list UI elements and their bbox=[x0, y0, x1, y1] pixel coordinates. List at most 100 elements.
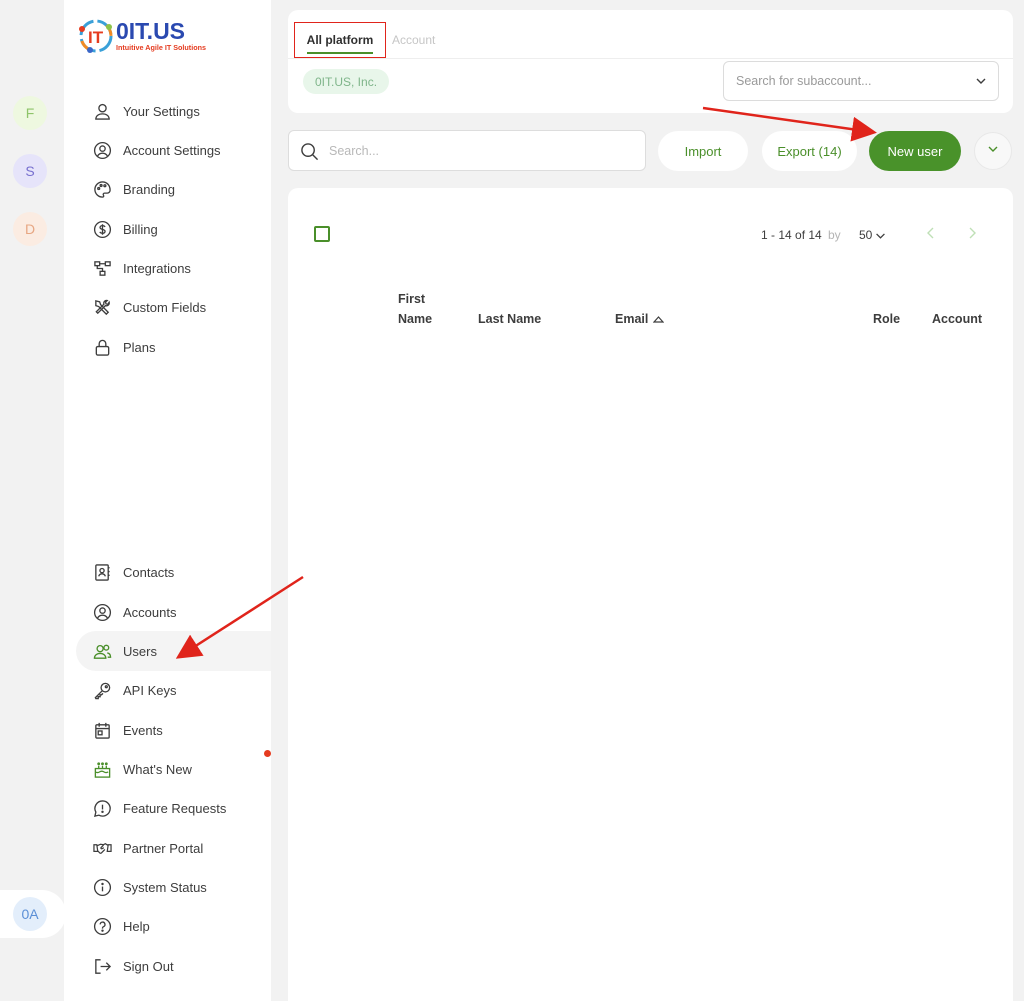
sidebar-item-accounts[interactable]: Accounts bbox=[76, 592, 271, 632]
lock-icon bbox=[92, 337, 112, 357]
workspace-rail: F S D 0A bbox=[0, 0, 66, 1001]
user-icon bbox=[92, 101, 112, 121]
tools-icon bbox=[92, 297, 112, 317]
cake-icon bbox=[92, 759, 112, 779]
sort-ascending-icon bbox=[653, 315, 665, 323]
sidebar-item-label: Account Settings bbox=[123, 142, 221, 158]
sidebar-item-contacts[interactable]: Contacts bbox=[76, 552, 271, 592]
sidebar-item-label: Plans bbox=[123, 339, 156, 355]
sidebar-item-label: System Status bbox=[123, 879, 207, 895]
chevron-left-icon bbox=[926, 226, 936, 245]
more-actions-button[interactable] bbox=[974, 132, 1012, 170]
sidebar: IT 0IT.US Intuitive Agile IT Solutions Y… bbox=[64, 0, 271, 1001]
sidebar-item-label: Integrations bbox=[123, 260, 191, 276]
key-icon bbox=[92, 680, 112, 700]
svg-text:IT: IT bbox=[88, 28, 104, 47]
sidebar-item-plans[interactable]: Plans bbox=[76, 327, 271, 367]
sidebar-item-custom-fields[interactable]: Custom Fields bbox=[76, 287, 271, 327]
info-icon bbox=[92, 877, 112, 897]
tabs-divider bbox=[288, 58, 1013, 59]
workspace-avatar-d[interactable]: D bbox=[13, 212, 47, 246]
integrations-icon bbox=[92, 258, 112, 278]
sidebar-item-sign-out[interactable]: Sign Out bbox=[76, 946, 271, 986]
column-header-last-name[interactable]: Last Name bbox=[478, 312, 541, 326]
sidebar-item-your-settings[interactable]: Your Settings bbox=[76, 91, 271, 131]
next-page-button[interactable] bbox=[964, 226, 980, 244]
sidebar-item-label: Partner Portal bbox=[123, 840, 204, 856]
calendar-icon bbox=[92, 720, 112, 740]
account-circle-icon bbox=[92, 140, 112, 160]
select-all-checkbox[interactable] bbox=[314, 226, 330, 242]
account-chip[interactable]: 0IT.US, Inc. bbox=[303, 69, 390, 94]
column-header-email-label: Email bbox=[615, 312, 649, 326]
current-workspace-avatar[interactable]: 0A bbox=[13, 897, 47, 931]
palette-icon bbox=[92, 179, 112, 199]
page-size-select[interactable]: 50 bbox=[859, 228, 886, 242]
contacts-icon bbox=[92, 562, 112, 582]
tab-all-platform-label: All platform bbox=[306, 33, 374, 47]
account-circle-icon bbox=[92, 602, 112, 622]
sidebar-item-label: Events bbox=[123, 722, 163, 738]
chevron-down-icon bbox=[875, 230, 886, 241]
sidebar-item-label: Billing bbox=[123, 221, 158, 237]
sidebar-item-api-keys[interactable]: API Keys bbox=[76, 670, 271, 710]
current-workspace-slot: 0A bbox=[0, 890, 66, 938]
column-header-account[interactable]: Account bbox=[932, 312, 982, 326]
import-button[interactable]: Import bbox=[658, 131, 748, 171]
sidebar-item-account-settings[interactable]: Account Settings bbox=[76, 130, 271, 170]
sidebar-item-help[interactable]: Help bbox=[76, 906, 271, 946]
feature-request-icon bbox=[92, 798, 112, 818]
column-header-email[interactable]: Email bbox=[615, 312, 665, 326]
workspace-avatar-f[interactable]: F bbox=[13, 96, 47, 130]
sidebar-item-label: What's New bbox=[123, 761, 192, 777]
sidebar-item-label: API Keys bbox=[123, 682, 177, 698]
sidebar-item-label: Feature Requests bbox=[123, 800, 227, 816]
notification-dot bbox=[264, 750, 271, 757]
sidebar-item-system-status[interactable]: System Status bbox=[76, 867, 271, 907]
column-header-role[interactable]: Role bbox=[873, 312, 900, 326]
chevron-down-icon bbox=[974, 74, 988, 91]
scope-card: All platform Account 0IT.US, Inc. Search… bbox=[288, 10, 1013, 113]
brand-logo[interactable]: IT 0IT.US Intuitive Agile IT Solutions bbox=[76, 14, 226, 58]
sidebar-item-label: Sign Out bbox=[123, 958, 174, 974]
svg-text:0IT.US: 0IT.US bbox=[116, 18, 185, 44]
handshake-icon bbox=[92, 838, 112, 858]
sidebar-item-feature-requests[interactable]: Feature Requests bbox=[76, 788, 271, 828]
sidebar-item-label: Accounts bbox=[123, 604, 177, 620]
pagination-by-label: by bbox=[828, 228, 841, 242]
subaccount-select-placeholder: Search for subaccount... bbox=[736, 74, 872, 88]
sidebar-item-branding[interactable]: Branding bbox=[76, 169, 271, 209]
logo-mark-icon: IT 0IT.US Intuitive Agile IT Solutions bbox=[79, 18, 206, 53]
sidebar-item-partner-portal[interactable]: Partner Portal bbox=[76, 828, 271, 868]
column-header-first-name-line2[interactable]: Name bbox=[398, 312, 432, 326]
page-size-value: 50 bbox=[859, 228, 873, 242]
export-button[interactable]: Export (14) bbox=[762, 131, 857, 171]
chevron-right-icon bbox=[967, 226, 977, 245]
dollar-icon bbox=[92, 219, 112, 239]
sidebar-item-label: Custom Fields bbox=[123, 299, 207, 315]
tab-account[interactable]: Account bbox=[392, 22, 435, 58]
search-icon bbox=[300, 142, 319, 164]
sidebar-item-label: Users bbox=[123, 643, 157, 659]
pagination-range: 1 - 14 of 14 bbox=[761, 228, 822, 242]
active-tab-underline bbox=[307, 52, 373, 54]
user-search-placeholder: Search... bbox=[329, 143, 380, 158]
column-header-first-name-line1[interactable]: First bbox=[398, 292, 425, 306]
users-table-card: 1 - 14 of 14 by 50 First Name Last Name … bbox=[288, 188, 1013, 1001]
sidebar-item-users[interactable]: Users bbox=[76, 631, 271, 671]
user-search-input[interactable]: Search... bbox=[288, 130, 646, 171]
help-icon bbox=[92, 916, 112, 936]
new-user-button[interactable]: New user bbox=[869, 131, 961, 171]
sidebar-item-billing[interactable]: Billing bbox=[76, 209, 271, 249]
workspace-avatar-s[interactable]: S bbox=[13, 154, 47, 188]
prev-page-button[interactable] bbox=[923, 226, 939, 244]
sidebar-item-label: Branding bbox=[123, 181, 176, 197]
subaccount-select[interactable]: Search for subaccount... bbox=[723, 61, 999, 101]
users-icon bbox=[92, 641, 112, 661]
sidebar-item-whats-new[interactable]: What's New bbox=[76, 749, 271, 789]
chevron-down-icon bbox=[986, 142, 1000, 161]
tab-all-platform[interactable]: All platform bbox=[294, 22, 386, 58]
sidebar-item-integrations[interactable]: Integrations bbox=[76, 248, 271, 288]
sidebar-item-label: Your Settings bbox=[123, 103, 200, 119]
sidebar-item-events[interactable]: Events bbox=[76, 710, 271, 750]
